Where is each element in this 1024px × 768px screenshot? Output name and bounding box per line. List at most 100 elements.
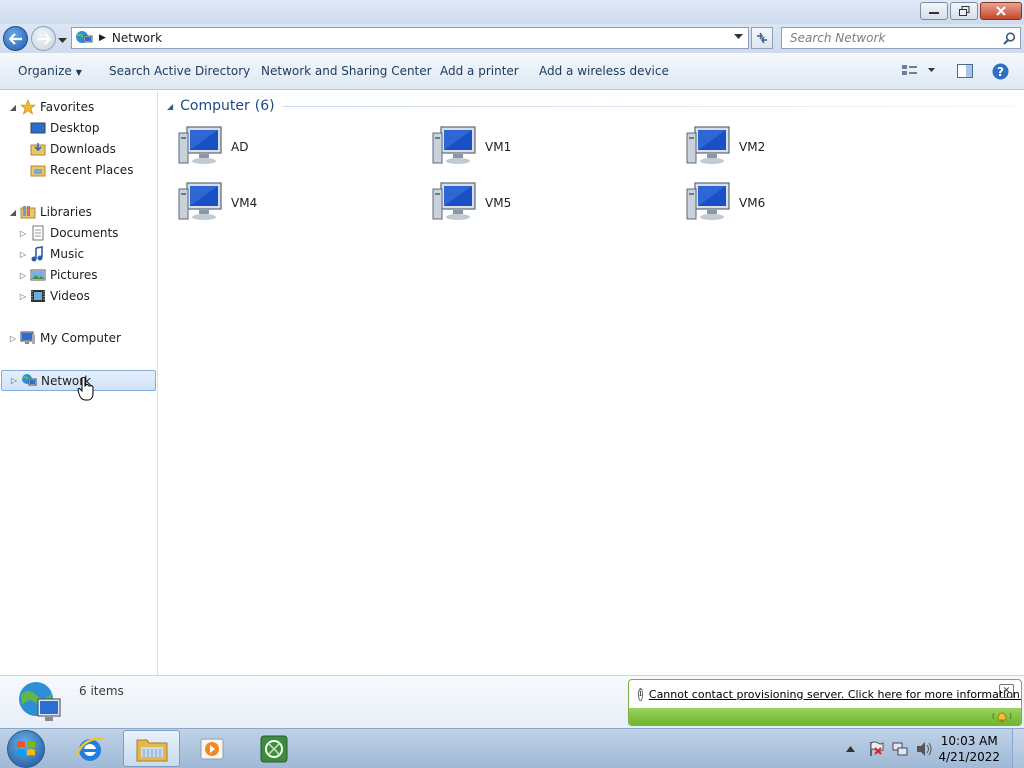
taskbar-remote-app[interactable]: [245, 730, 302, 767]
refresh-button[interactable]: [751, 27, 773, 49]
help-icon[interactable]: ?: [992, 63, 1009, 80]
restore-button[interactable]: [950, 2, 978, 20]
address-history-icon[interactable]: [734, 34, 743, 40]
notification-row[interactable]: i Cannot contact provisioning server. Cl…: [629, 680, 1021, 708]
nav-desktop[interactable]: Desktop: [28, 118, 100, 138]
taskbar-media-player[interactable]: [183, 730, 240, 767]
add-printer-button[interactable]: Add a printer: [440, 64, 519, 78]
clock[interactable]: 10:03 AM 4/21/2022: [938, 733, 1000, 765]
notification-message[interactable]: Cannot contact provisioning server. Clic…: [649, 688, 1021, 701]
expand-icon[interactable]: ▷: [18, 271, 28, 280]
computer-name: VM6: [739, 196, 766, 210]
computer-icon: [432, 182, 476, 220]
expand-icon[interactable]: ▷: [9, 376, 19, 385]
computer-name: AD: [231, 140, 249, 154]
folder-icon: [136, 739, 167, 761]
minimize-button[interactable]: [920, 2, 948, 20]
collapse-icon[interactable]: ◢: [8, 103, 18, 112]
nav-videos[interactable]: ▷ Videos: [18, 286, 90, 306]
expand-icon[interactable]: ▷: [18, 292, 28, 301]
network-sharing-center-button[interactable]: Network and Sharing Center: [261, 64, 432, 78]
nav-desktop-label: Desktop: [50, 121, 100, 135]
pictures-icon: [30, 269, 46, 281]
nav-favorites-label: Favorites: [40, 100, 95, 114]
action-center-flag-icon[interactable]: [868, 741, 884, 757]
search-active-directory-button[interactable]: Search Active Directory: [109, 64, 250, 78]
documents-icon: [32, 225, 44, 241]
window-controls: [920, 2, 1022, 20]
search-icon[interactable]: [1003, 32, 1016, 45]
forward-arrow-icon: [37, 32, 51, 45]
internet-explorer-icon: [75, 737, 103, 761]
taskbar-internet-explorer[interactable]: [61, 730, 118, 767]
expand-icon[interactable]: ▷: [18, 250, 28, 259]
organize-button[interactable]: Organize ▼: [18, 64, 82, 78]
music-icon: [31, 246, 43, 262]
chevron-down-icon: [58, 38, 67, 43]
group-header-computer[interactable]: ◢ Computer (6): [167, 98, 1015, 114]
nav-my-computer-label: My Computer: [40, 331, 121, 345]
computer-item[interactable]: VM2: [685, 122, 915, 172]
computer-icon: [178, 182, 222, 220]
preview-pane-icon[interactable]: [957, 64, 973, 78]
taskbar-windows-explorer[interactable]: [123, 730, 180, 767]
expand-icon[interactable]: ▷: [18, 229, 28, 238]
nav-downloads[interactable]: Downloads: [28, 139, 116, 159]
restore-icon: [958, 6, 969, 16]
notification-balloon[interactable]: i Cannot contact provisioning server. Cl…: [628, 679, 1022, 726]
nav-my-computer[interactable]: ▷ My Computer: [8, 328, 121, 348]
computer-item[interactable]: VM6: [685, 178, 915, 228]
downloads-folder-icon: [30, 143, 46, 156]
start-button[interactable]: [7, 730, 45, 768]
notification-close-button[interactable]: ✕: [999, 684, 1014, 698]
nav-favorites[interactable]: ◢ Favorites: [8, 97, 94, 117]
search-box[interactable]: [781, 27, 1021, 49]
media-player-icon: [200, 738, 223, 759]
windows-logo-icon: [17, 741, 35, 756]
computer-item[interactable]: AD: [177, 122, 407, 172]
nav-libraries[interactable]: ◢ Libraries: [8, 202, 92, 222]
nav-recent-places[interactable]: Recent Places: [28, 160, 133, 180]
nav-documents-label: Documents: [50, 226, 119, 240]
expand-icon[interactable]: ▷: [8, 334, 18, 343]
network-status-icon[interactable]: [892, 741, 908, 757]
nav-documents[interactable]: ▷ Documents: [18, 223, 118, 243]
computer-item[interactable]: VM1: [431, 122, 661, 172]
computer-item[interactable]: VM4: [177, 178, 407, 228]
breadcrumb-separator[interactable]: ▶: [99, 33, 106, 43]
close-button[interactable]: [980, 2, 1022, 20]
title-bar: [0, 0, 1024, 24]
back-button[interactable]: [3, 26, 28, 51]
command-bar: Organize ▼ Search Active Directory Networ…: [0, 53, 1024, 90]
nav-pictures-label: Pictures: [50, 268, 98, 282]
add-wireless-device-button[interactable]: Add a wireless device: [539, 64, 669, 78]
show-hidden-icons-icon[interactable]: [846, 745, 855, 753]
info-icon: i: [638, 687, 643, 701]
search-input[interactable]: [790, 31, 990, 45]
show-desktop-button[interactable]: [1012, 729, 1024, 768]
nav-pictures[interactable]: ▷ Pictures: [18, 265, 98, 285]
collapse-group-icon[interactable]: ◢: [167, 102, 173, 111]
recent-pages-button[interactable]: [58, 33, 67, 47]
computer-name: VM2: [739, 140, 766, 154]
computer-icon: [686, 126, 730, 164]
network-icon: [22, 373, 37, 385]
breadcrumb-network[interactable]: Network: [112, 31, 162, 45]
notification-bar: [629, 708, 1021, 725]
svg-text:?: ?: [997, 65, 1004, 79]
taskbar: 10:03 AM 4/21/2022: [0, 728, 1024, 768]
hand-cursor-icon: [77, 377, 94, 401]
computer-icon: [20, 331, 35, 344]
computer-name: VM4: [231, 196, 258, 210]
nav-videos-label: Videos: [50, 289, 90, 303]
change-view-icon[interactable]: [902, 64, 940, 78]
clock-time: 10:03 AM: [940, 734, 998, 748]
collapse-icon[interactable]: ◢: [8, 208, 18, 217]
computer-icon: [178, 126, 222, 164]
forward-button[interactable]: [31, 26, 56, 51]
address-bar[interactable]: ▶ Network: [71, 27, 749, 49]
nav-music[interactable]: ▷ Music: [18, 244, 84, 264]
volume-icon[interactable]: [916, 741, 932, 757]
computer-item[interactable]: VM5: [431, 178, 661, 228]
close-icon: [996, 6, 1006, 16]
